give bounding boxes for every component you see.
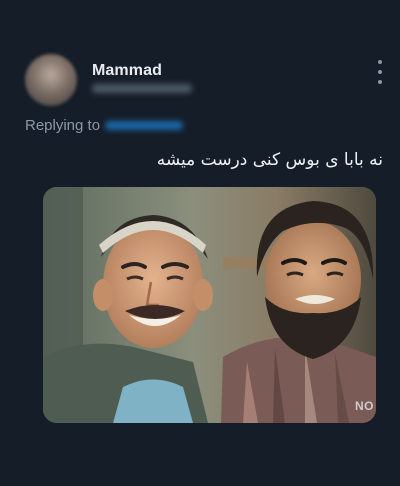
media-watermark: NO — [355, 399, 374, 413]
author-handle-redacted — [92, 84, 192, 93]
reply-mention-redacted[interactable] — [105, 121, 184, 130]
avatar[interactable] — [25, 54, 77, 106]
replying-to-row: Replying to — [25, 117, 184, 134]
replying-to-label: Replying to — [25, 117, 101, 134]
dot — [378, 60, 382, 64]
photo-illustration — [43, 187, 376, 423]
dot — [378, 70, 382, 74]
tweet-detail-view: Mammad Replying to نه بابا ی بوس کنی درس… — [0, 0, 400, 486]
more-options-icon[interactable] — [372, 60, 388, 84]
tweet-text: نه بابا ی بوس کنی درست میشه — [156, 150, 383, 170]
author-display-name[interactable]: Mammad — [92, 62, 162, 80]
dot — [378, 80, 382, 84]
tweet-media-photo[interactable]: NO — [43, 187, 376, 423]
